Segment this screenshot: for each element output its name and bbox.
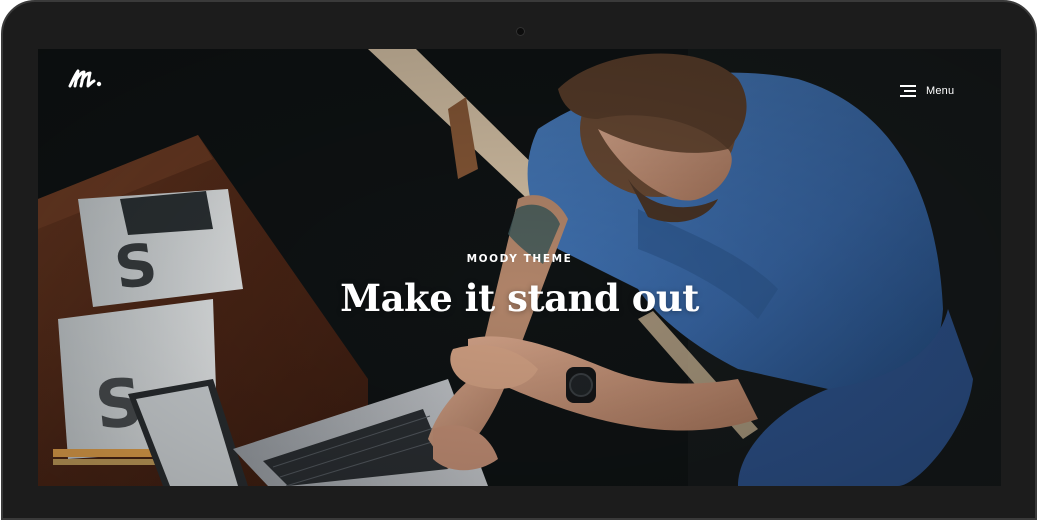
hero-text-block: MOODY THEME Make it stand out [38, 253, 1001, 320]
hero-headline: Make it stand out [340, 276, 699, 320]
hero-eyebrow: MOODY THEME [466, 253, 573, 265]
menu-button[interactable]: Menu [898, 82, 954, 100]
m-script-logo-icon[interactable] [68, 67, 104, 89]
menu-label: Menu [926, 85, 955, 97]
website-preview: S S Menu MOODY THEME Make it stand out [38, 49, 1001, 486]
webcam-dot [516, 27, 525, 36]
hamburger-menu-icon [900, 85, 916, 97]
